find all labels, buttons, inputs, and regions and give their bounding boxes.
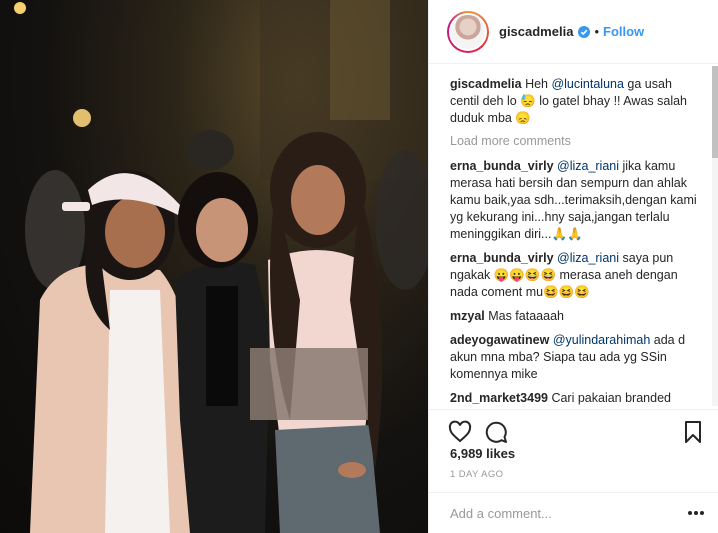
post-side-panel: giscadmelia • Follow giscadmelia Heh @lu…: [428, 0, 718, 533]
comments-scrollbar[interactable]: [712, 66, 718, 406]
comment-username[interactable]: erna_bunda_virly: [450, 159, 554, 173]
post-timestamp: 1 DAY AGO: [450, 469, 504, 480]
comment-username[interactable]: 2nd_market3499: [450, 391, 548, 405]
likes-count[interactable]: 6,989 likes: [450, 446, 515, 461]
comment-mention[interactable]: @yulindarahimah: [553, 333, 650, 347]
list-item: mzyal Mas fataaaah: [450, 308, 697, 325]
separator-dot: •: [594, 24, 599, 39]
more-options-icon[interactable]: [687, 510, 705, 516]
comment-username[interactable]: mzyal: [450, 309, 485, 323]
comment-username[interactable]: adeyogawatinew: [450, 333, 549, 347]
verified-badge-icon: [578, 25, 591, 38]
list-item: 2nd_market3499 Cari pakaian branded mura…: [450, 390, 697, 409]
post-author-username[interactable]: giscadmelia: [499, 24, 573, 39]
comment-icon[interactable]: [484, 420, 508, 444]
caption-comment: giscadmelia Heh @lucintaluna ga usah cen…: [450, 76, 697, 127]
scrollbar-thumb[interactable]: [712, 66, 718, 158]
post-header: giscadmelia • Follow: [429, 0, 718, 64]
heart-icon[interactable]: [448, 420, 472, 444]
load-more-comments-button[interactable]: Load more comments: [450, 134, 697, 148]
list-item: erna_bunda_virly @liza_riani jika kamu m…: [450, 158, 697, 243]
post-actions: [429, 409, 718, 447]
comment-mention[interactable]: @liza_riani: [557, 159, 619, 173]
list-item: erna_bunda_virly @liza_riani saya pun ng…: [450, 250, 697, 301]
comment-prefix: Heh: [525, 77, 552, 91]
list-item: adeyogawatinew @yulindarahimah ada d aku…: [450, 332, 697, 383]
comment-username[interactable]: giscadmelia: [450, 77, 522, 91]
comment-mention[interactable]: @lucintaluna: [551, 77, 623, 91]
profile-avatar[interactable]: [447, 10, 489, 53]
comment-username[interactable]: erna_bunda_virly: [450, 251, 554, 265]
bookmark-icon[interactable]: [681, 420, 705, 444]
comments-list: giscadmelia Heh @lucintaluna ga usah cen…: [429, 64, 713, 409]
comment-mention[interactable]: @liza_riani: [557, 251, 619, 265]
comment-text: Mas fataaaah: [484, 309, 564, 323]
follow-button[interactable]: Follow: [603, 24, 644, 39]
photo-illustration: [14, 0, 428, 533]
post-photo[interactable]: [0, 0, 428, 533]
comment-input[interactable]: Add a comment...: [450, 506, 687, 521]
add-comment-bar: Add a comment...: [429, 492, 718, 533]
